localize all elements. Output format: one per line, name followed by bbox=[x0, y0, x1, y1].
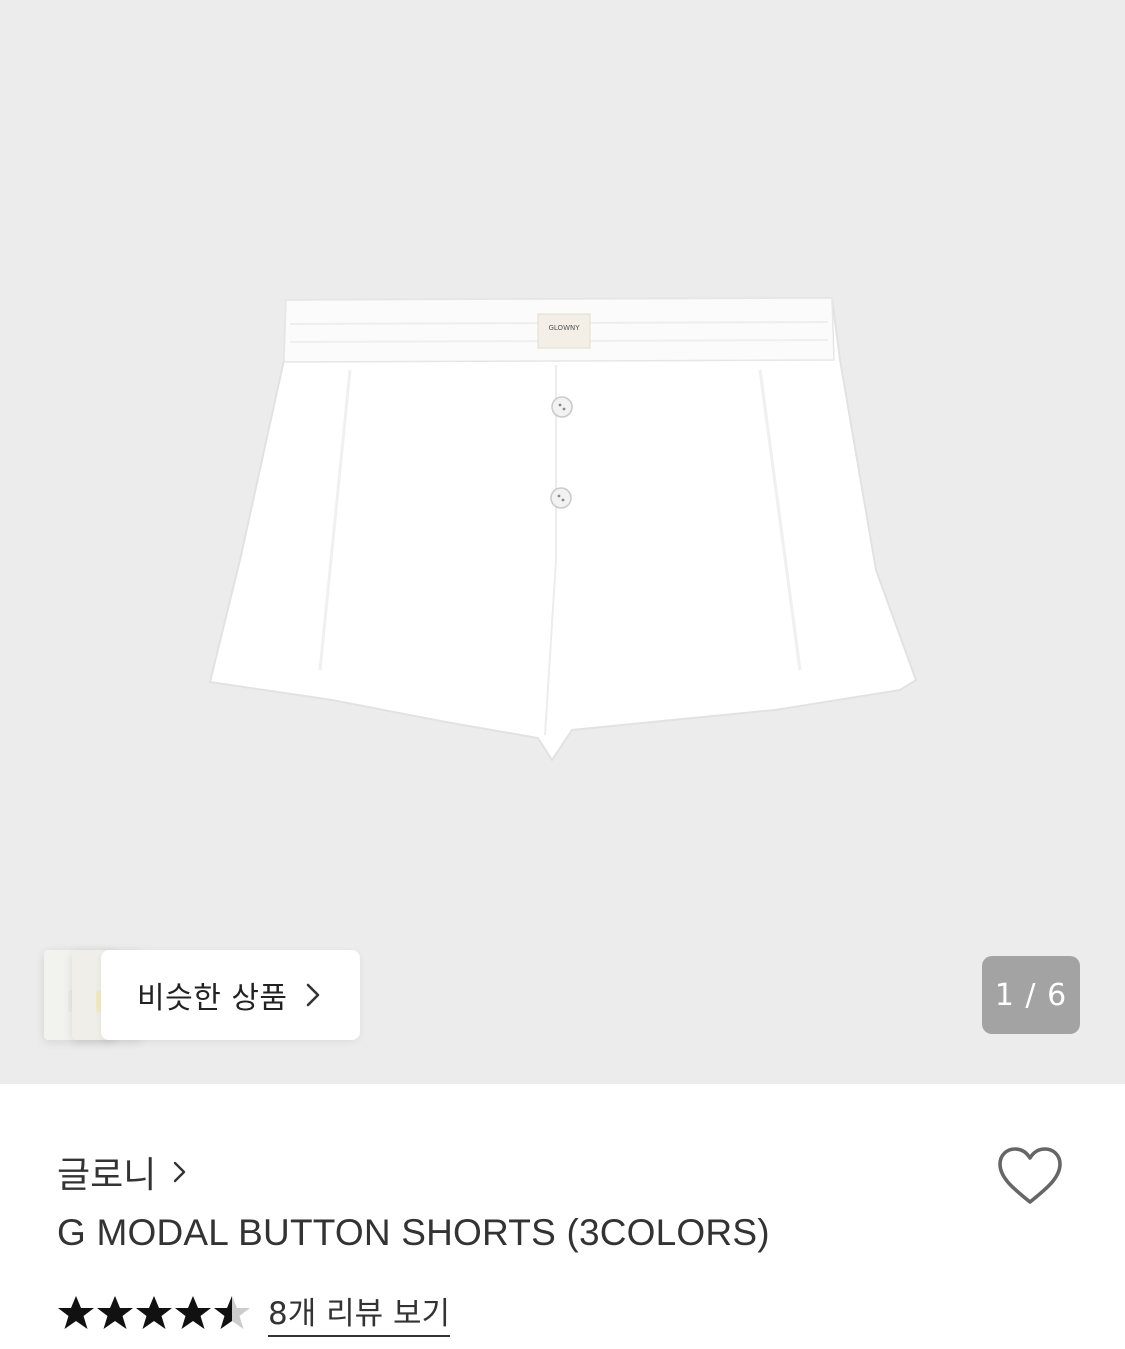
star-icon bbox=[136, 1295, 172, 1329]
chevron-right-icon bbox=[306, 983, 319, 1007]
label-brand-text: GLOWNY bbox=[548, 324, 580, 332]
similar-products-label: 비슷한 상품 bbox=[137, 981, 288, 1016]
similar-products-button[interactable]: 비슷한 상품 bbox=[101, 950, 360, 1040]
brand-link[interactable]: 글로니 bbox=[57, 1146, 188, 1198]
heart-icon[interactable] bbox=[994, 1144, 1066, 1208]
star-icon bbox=[58, 1295, 94, 1329]
star-icon bbox=[175, 1295, 211, 1329]
product-image: GLOWNY bbox=[208, 296, 918, 762]
image-counter: 1 / 6 bbox=[982, 956, 1080, 1034]
brand-name: 글로니 bbox=[57, 1155, 157, 1196]
star-icon bbox=[97, 1295, 133, 1329]
chevron-right-icon bbox=[174, 1161, 186, 1183]
star-rating bbox=[57, 1294, 252, 1332]
review-link[interactable]: 8개 리뷰 보기 bbox=[268, 1288, 451, 1337]
product-image-gallery[interactable]: GLOWNY 비슷한 상품 1 / 6 bbox=[0, 0, 1125, 1084]
product-title: G MODAL BUTTON SHORTS (3COLORS) bbox=[57, 1212, 770, 1253]
product-info: 글로니 G MODAL BUTTON SHORTS (3COLORS) 8개 리… bbox=[0, 1084, 1125, 1349]
star-icon bbox=[214, 1295, 250, 1329]
rating-row: 8개 리뷰 보기 bbox=[57, 1288, 451, 1337]
